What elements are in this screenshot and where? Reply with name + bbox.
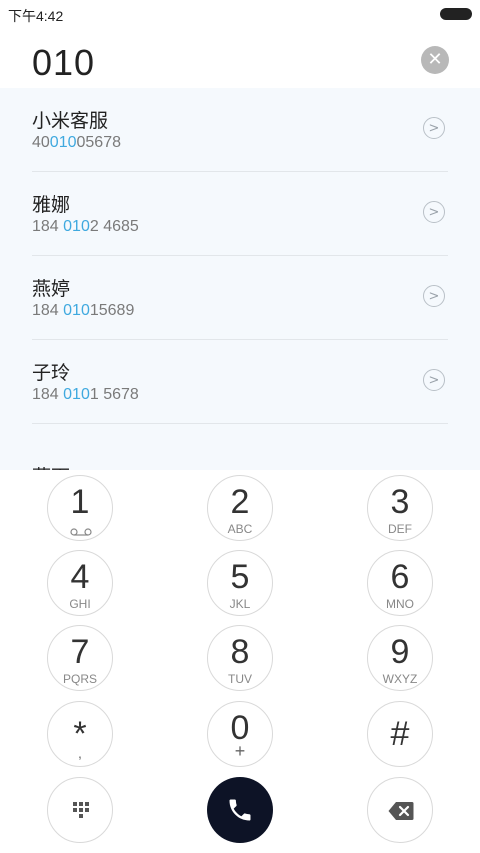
contact-detail-button[interactable]: > <box>423 369 445 391</box>
key-star[interactable]: * , <box>47 701 113 767</box>
contact-number: 4001005678 <box>32 134 121 151</box>
chevron-right-icon: > <box>428 288 440 304</box>
phone-icon <box>229 799 251 821</box>
number-match-highlight: 010 <box>63 386 90 403</box>
contact-number: 184 0102 4685 <box>32 218 139 235</box>
contact-number: 184 0101 5678 <box>32 386 139 403</box>
clear-button[interactable]: ✕ <box>421 46 449 74</box>
key-0[interactable]: 0 + <box>207 701 273 767</box>
contact-name: 子玲 <box>32 362 71 384</box>
key-9[interactable]: 9 WXYZ <box>367 625 433 691</box>
key-8[interactable]: 8 TUV <box>207 625 273 691</box>
dialpad-icon <box>73 802 89 818</box>
dialed-number-input[interactable]: 010 <box>32 42 95 84</box>
chevron-right-icon: > <box>428 120 440 136</box>
contact-detail-button[interactable]: > <box>423 201 445 223</box>
dial-header: 010 ✕ <box>0 28 480 88</box>
contact-detail-button[interactable]: > <box>423 117 445 139</box>
voicemail-icon <box>70 528 92 536</box>
backspace-button[interactable] <box>367 777 433 843</box>
contact-results-list[interactable]: 小米客服 4001005678 > 雅娜 184 0102 4685 > 燕婷 … <box>0 88 480 470</box>
number-match-highlight: 010 <box>63 218 90 235</box>
contact-number: 184 01015689 <box>32 302 135 319</box>
key-3[interactable]: 3 DEF <box>367 475 433 541</box>
close-icon: ✕ <box>427 49 443 70</box>
dialpad-toggle-button[interactable] <box>47 777 113 843</box>
key-4[interactable]: 4 GHI <box>47 550 113 616</box>
backspace-icon <box>388 802 414 820</box>
key-1[interactable]: 1 <box>47 475 113 541</box>
key-6[interactable]: 6 MNO <box>367 550 433 616</box>
contact-name: 雅娜 <box>32 194 71 216</box>
key-2[interactable]: 2 ABC <box>207 475 273 541</box>
contact-name: 小米客服 <box>32 110 109 132</box>
status-bar: 下午4:42 <box>0 0 480 28</box>
key-7[interactable]: 7 PQRS <box>47 625 113 691</box>
contact-row[interactable]: 子玲 184 0101 5678 > <box>32 340 448 424</box>
number-match-highlight: 010 <box>63 302 90 319</box>
number-match-highlight: 010 <box>49 134 77 151</box>
contact-row[interactable]: 雅娜 184 0102 4685 > <box>32 172 448 256</box>
chevron-right-icon: > <box>428 372 440 388</box>
battery-icon <box>440 8 472 20</box>
key-hash[interactable]: # <box>367 701 433 767</box>
contact-name: 燕婷 <box>32 278 71 300</box>
partial-contact-name: 燕下 <box>32 462 70 470</box>
contact-row[interactable]: 小米客服 4001005678 > <box>32 88 448 172</box>
status-time: 下午4:42 <box>8 8 64 24</box>
key-5[interactable]: 5 JKL <box>207 550 273 616</box>
chevron-right-icon: > <box>428 204 440 220</box>
call-button[interactable] <box>207 777 273 843</box>
contact-row[interactable]: 燕婷 184 01015689 > <box>32 256 448 340</box>
contact-detail-button[interactable]: > <box>423 285 445 307</box>
